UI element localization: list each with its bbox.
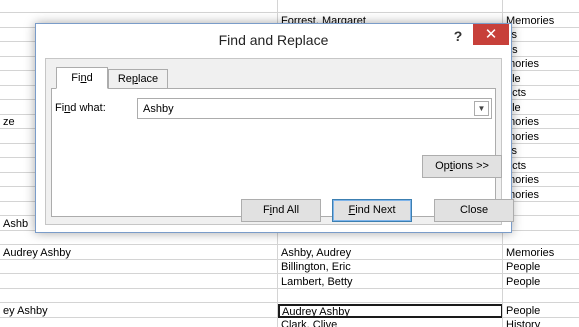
cell[interactable]	[503, 202, 579, 216]
cell[interactable]: Clark, Clive	[278, 318, 503, 327]
cell[interactable]: People	[503, 275, 579, 289]
find-what-label: Find what:	[55, 102, 106, 114]
tab-replace[interactable]: Replace	[108, 69, 168, 89]
cell[interactable]	[278, 0, 503, 13]
cell[interactable]: Memories	[503, 14, 579, 28]
cell[interactable]: mories	[503, 115, 579, 129]
cell[interactable]: es	[503, 43, 579, 57]
cell[interactable]: ple	[503, 72, 579, 86]
column-c: Memoriesksesmoriespleectsplemoriesmories…	[502, 0, 579, 327]
find-all-button[interactable]: Find All	[241, 199, 321, 222]
cell[interactable]	[0, 275, 277, 289]
cell[interactable]: People	[503, 304, 579, 318]
cell[interactable]	[0, 260, 277, 274]
cell[interactable]: ple	[503, 101, 579, 115]
cell[interactable]: mories	[503, 57, 579, 71]
cell[interactable]: Lambert, Betty	[278, 275, 503, 289]
cell[interactable]	[0, 0, 277, 13]
cell[interactable]	[278, 289, 503, 303]
cell[interactable]	[0, 231, 277, 245]
cell[interactable]: Audrey Ashby	[278, 303, 503, 318]
cell[interactable]	[0, 318, 277, 327]
cell[interactable]: History	[503, 318, 579, 327]
cell[interactable]	[503, 289, 579, 303]
cell[interactable]: ey Ashby	[0, 304, 277, 318]
cell[interactable]	[278, 231, 503, 245]
dialog-title-bar[interactable]: Find and Replace ? ✕	[36, 24, 511, 54]
cell[interactable]: Audrey Ashby	[0, 246, 277, 260]
cell[interactable]: ects	[503, 86, 579, 100]
cell[interactable]	[503, 0, 579, 13]
find-next-button[interactable]: Find Next	[332, 199, 412, 222]
cell[interactable]	[0, 289, 277, 303]
close-button[interactable]: Close	[434, 199, 514, 222]
cell[interactable]	[503, 217, 579, 231]
options-button[interactable]: Options >>	[422, 155, 502, 178]
find-tab-panel: Find what: ▼	[51, 88, 496, 217]
tab-find[interactable]: Find	[56, 67, 108, 89]
cell[interactable]: mories	[503, 130, 579, 144]
cell[interactable]: ks	[503, 28, 579, 42]
cell[interactable]: Memories	[503, 246, 579, 260]
cell[interactable]: Billington, Eric	[278, 260, 503, 274]
find-what-combobox[interactable]: ▼	[137, 98, 492, 119]
cell[interactable]: People	[503, 260, 579, 274]
chevron-down-icon[interactable]: ▼	[474, 101, 489, 116]
find-what-input[interactable]	[138, 99, 473, 118]
cell[interactable]	[503, 231, 579, 245]
cell[interactable]: ks	[503, 144, 579, 158]
cell[interactable]: mories	[503, 173, 579, 187]
help-button[interactable]: ?	[449, 28, 467, 48]
find-replace-dialog: Find and Replace ? ✕ Find Replace Find w…	[35, 23, 514, 233]
cell[interactable]: ects	[503, 159, 579, 173]
cell[interactable]: Ashby, Audrey	[278, 246, 503, 260]
close-icon[interactable]: ✕	[473, 24, 509, 45]
dialog-title: Find and Replace	[218, 32, 329, 48]
cell[interactable]: mories	[503, 188, 579, 202]
